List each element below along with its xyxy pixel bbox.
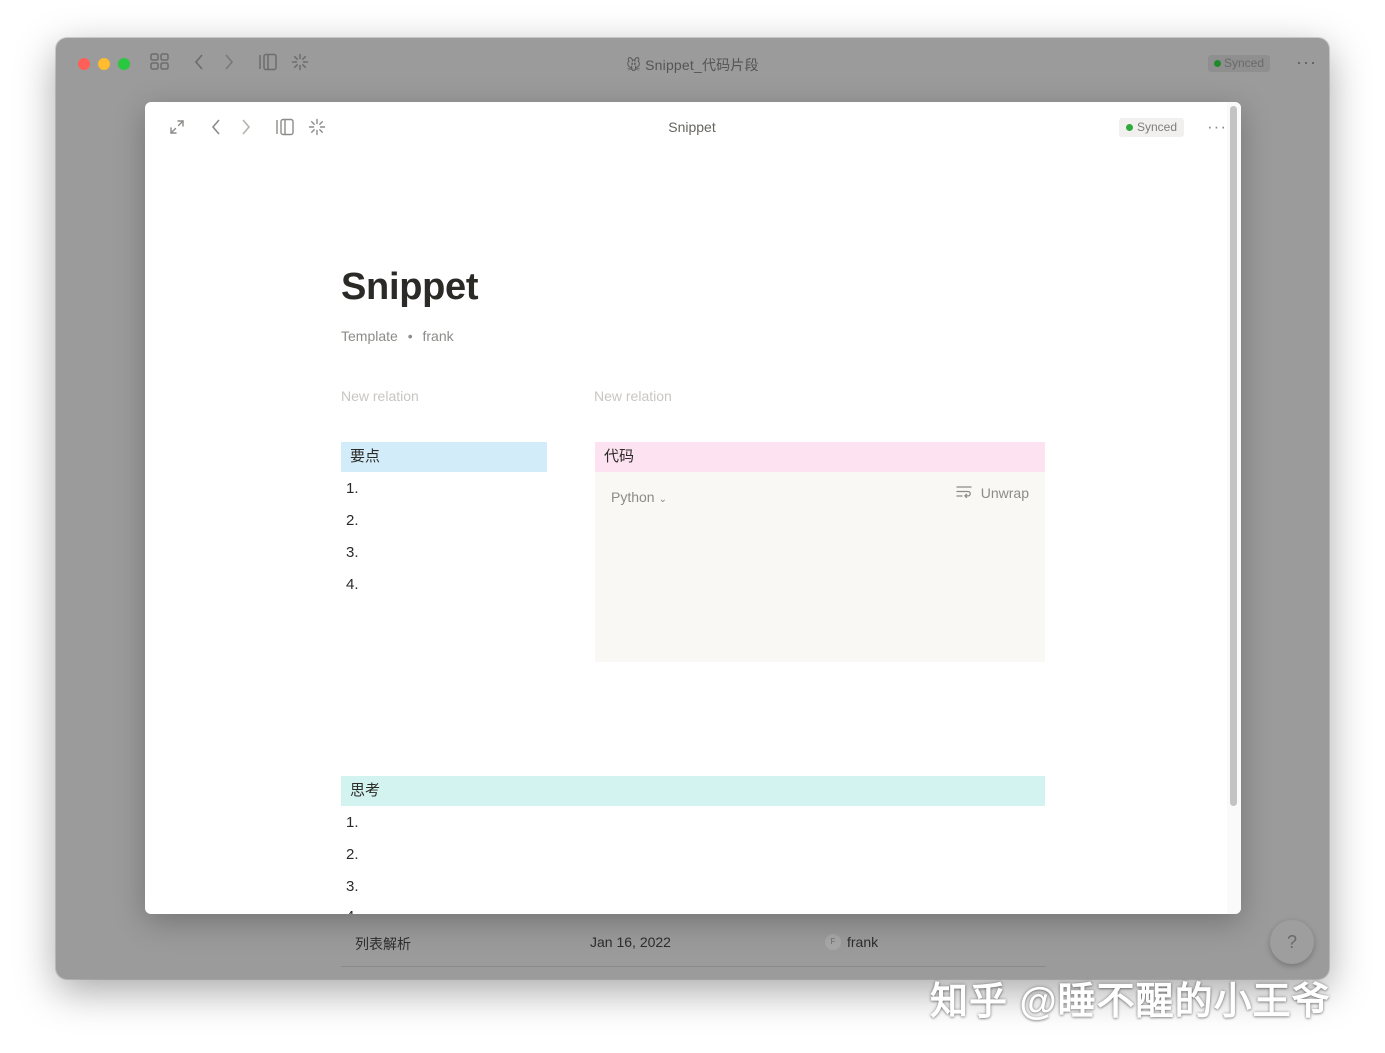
chevron-down-icon: ⌄ [658, 494, 667, 505]
thoughts-list-item[interactable]: 1. [346, 814, 359, 831]
template-label[interactable]: Template [341, 328, 398, 344]
help-button[interactable]: ? [1270, 920, 1314, 964]
background-table-row[interactable]: 列表解析 Jan 16, 2022 F frank [341, 926, 1046, 967]
sync-status-badge: Synced [1119, 118, 1185, 137]
scrollbar-thumb[interactable] [1230, 106, 1237, 806]
window-title: 🐭 Snippet_代码片段 [626, 57, 759, 73]
wrap-lines-icon [955, 485, 976, 502]
new-relation-field-2[interactable]: New relation [594, 388, 672, 404]
keypoints-heading[interactable]: 要点 [341, 442, 547, 472]
unwrap-label: Unwrap [980, 485, 1029, 501]
window-more-options-icon[interactable]: ··· [1296, 52, 1317, 73]
keypoints-list-item[interactable]: 1. [346, 480, 359, 497]
page-peek-modal: Snippet Synced ··· Snippet Template • fr… [145, 102, 1241, 914]
keypoints-list-item[interactable]: 3. [346, 544, 359, 561]
thoughts-heading[interactable]: 思考 [341, 776, 1045, 806]
page-title[interactable]: Snippet [341, 266, 479, 309]
more-options-icon[interactable]: ··· [1207, 117, 1227, 137]
thoughts-list-item[interactable]: 2. [346, 846, 359, 863]
watermark: 知乎 @睡不醒的小王爷 [930, 981, 1331, 1023]
row-date-cell: Jan 16, 2022 [590, 934, 671, 950]
page-meta: Template • frank [341, 328, 454, 344]
unwrap-button[interactable]: Unwrap [955, 485, 1029, 502]
meta-separator: • [407, 328, 413, 344]
thoughts-list-item[interactable]: 3. [346, 878, 359, 895]
code-block[interactable]: Python ⌄ Unwrap [595, 472, 1045, 662]
code-heading[interactable]: 代码 [595, 442, 1045, 472]
language-label: Python [611, 489, 655, 505]
row-name-cell: 列表解析 [355, 936, 411, 952]
new-relation-field-1[interactable]: New relation [341, 388, 419, 404]
thoughts-list-item[interactable]: 4. [346, 908, 359, 914]
window-titlebar: 🐭 Snippet_代码片段 Synced ··· [56, 38, 1329, 90]
window-sync-status-badge: Synced [1208, 55, 1271, 72]
modal-title: Snippet [668, 119, 716, 135]
author-name[interactable]: frank [423, 328, 454, 344]
keypoints-list-item[interactable]: 4. [346, 576, 359, 593]
keypoints-list-item[interactable]: 2. [346, 512, 359, 529]
avatar: F [825, 934, 841, 950]
language-selector[interactable]: Python ⌄ [611, 489, 667, 505]
row-owner-cell: frank [847, 934, 879, 950]
